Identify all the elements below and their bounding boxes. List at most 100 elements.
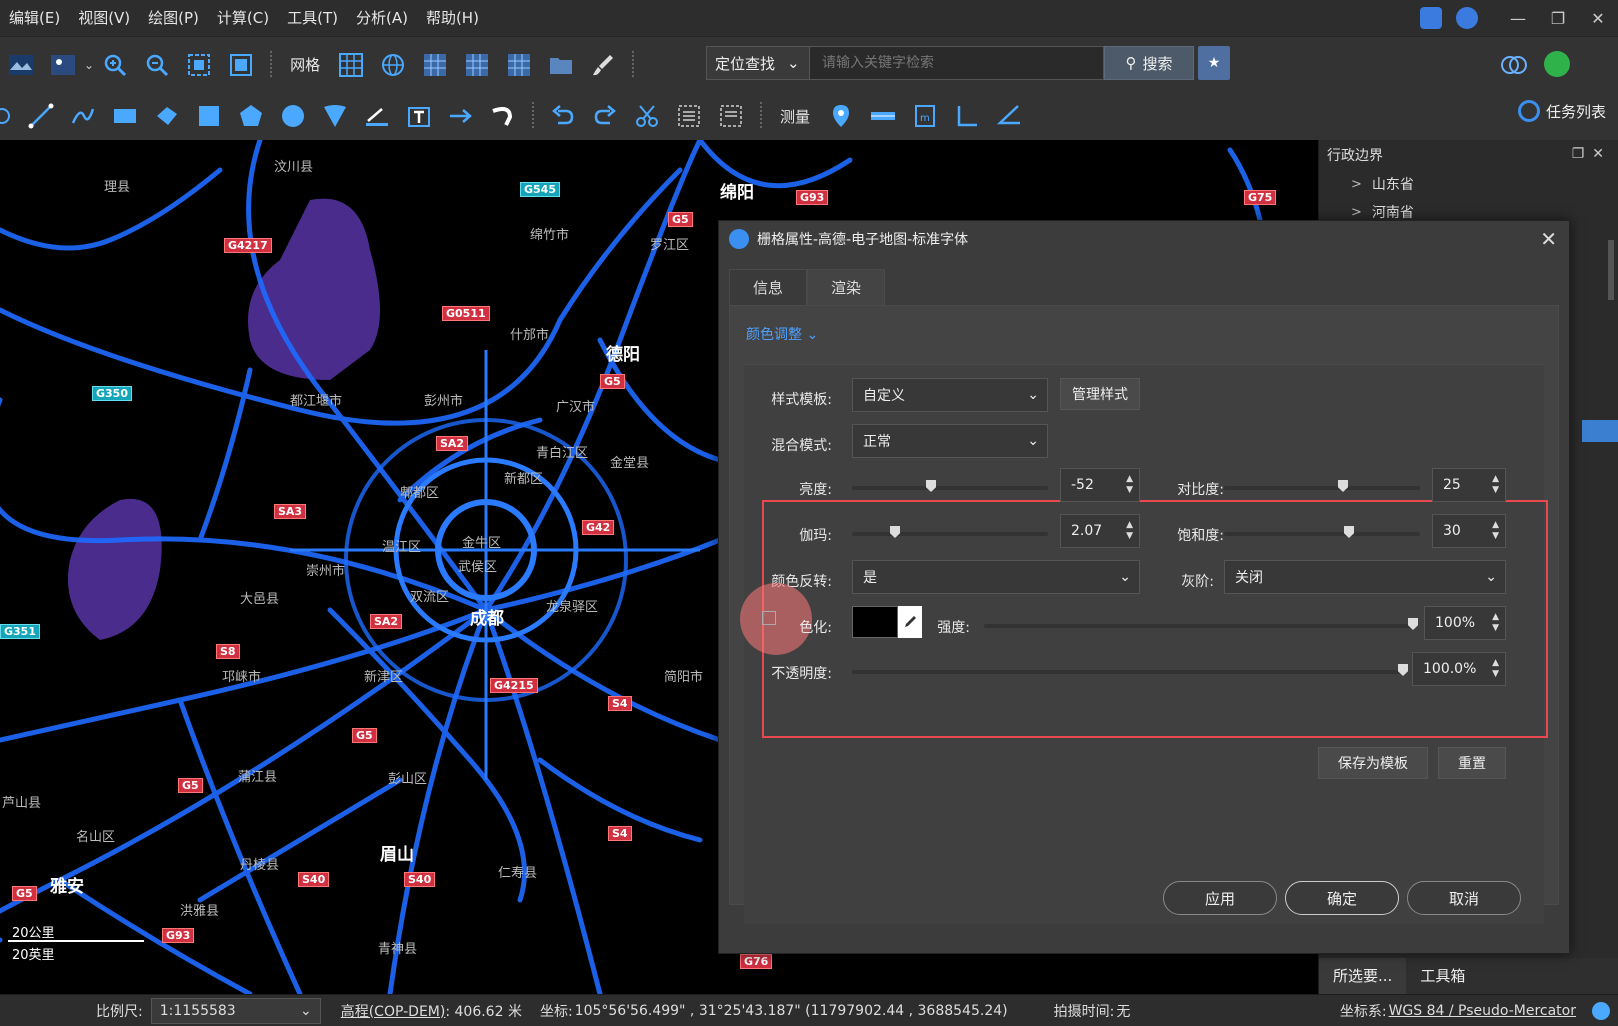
- ruler-icon[interactable]: [868, 101, 898, 131]
- basemap-icon[interactable]: [6, 50, 36, 80]
- brightness-slider[interactable]: [852, 480, 1048, 492]
- search-input[interactable]: [810, 46, 1104, 80]
- menu-draw[interactable]: 绘图(P): [139, 0, 208, 36]
- color-adjust-toggle[interactable]: 颜色调整 ⌄: [746, 324, 818, 344]
- polygon-icon[interactable]: [152, 101, 182, 131]
- menu-tools[interactable]: 工具(T): [278, 0, 347, 36]
- menu-analysis[interactable]: 分析(A): [347, 0, 417, 36]
- grayscale-select[interactable]: 关闭 ⌄: [1224, 560, 1506, 594]
- angle-measure-icon[interactable]: [994, 101, 1024, 131]
- cancel-button[interactable]: 取消: [1407, 881, 1521, 915]
- ok-button[interactable]: 确定: [1285, 881, 1399, 915]
- spinner-arrows-icon[interactable]: ▲ ▼: [1126, 474, 1133, 496]
- grid-icon[interactable]: [336, 50, 366, 80]
- menu-edit[interactable]: 编辑(E): [0, 0, 69, 36]
- reset-button[interactable]: 重置: [1438, 747, 1506, 779]
- area-measure-icon[interactable]: m: [910, 101, 940, 131]
- elevation-source-link[interactable]: 高程(COP-DEM): 406.62 米: [333, 1001, 522, 1021]
- spinner-arrows-icon[interactable]: ▲ ▼: [1492, 658, 1499, 680]
- save-template-button[interactable]: 保存为模板: [1318, 747, 1428, 779]
- message-icon[interactable]: [1420, 7, 1442, 29]
- settings-gear-icon[interactable]: [1592, 1001, 1610, 1020]
- gamma-slider[interactable]: [852, 526, 1048, 538]
- minimize-icon[interactable]: —: [1498, 9, 1538, 28]
- contrast-thumb[interactable]: [1338, 480, 1348, 492]
- square-icon[interactable]: [194, 101, 224, 131]
- spinner-arrows-icon[interactable]: ▲ ▼: [1492, 612, 1499, 634]
- location-pin-icon[interactable]: [826, 101, 856, 131]
- colorize-color-swatch[interactable]: [852, 606, 898, 638]
- km-grid-icon[interactable]: [420, 50, 450, 80]
- favorite-button[interactable]: ★: [1198, 46, 1230, 80]
- brightness-thumb[interactable]: [926, 480, 936, 492]
- user-icon[interactable]: [1456, 7, 1478, 29]
- brush-icon[interactable]: [588, 50, 618, 80]
- zoom-extent-icon[interactable]: [184, 50, 214, 80]
- saturation-spinner[interactable]: 30 ▲ ▼: [1432, 514, 1506, 548]
- nm-grid-icon[interactable]: [462, 50, 492, 80]
- scale-select[interactable]: 1:1155583 ⌄: [150, 997, 321, 1024]
- curve-arrow-icon[interactable]: [488, 101, 518, 131]
- chevron-down-icon[interactable]: ⌄: [84, 58, 94, 72]
- invert-select[interactable]: 是 ⌄: [852, 560, 1140, 594]
- tab-render[interactable]: 渲染: [807, 269, 885, 305]
- contrast-spinner[interactable]: 25 ▲ ▼: [1432, 468, 1506, 502]
- zoom-out-icon[interactable]: [142, 50, 172, 80]
- circle-icon[interactable]: [278, 101, 308, 131]
- tree-item-shandong[interactable]: > 山东省: [1319, 170, 1618, 198]
- close-window-icon[interactable]: ✕: [1578, 9, 1618, 28]
- wechat-icon[interactable]: [1544, 51, 1570, 77]
- mgrs-grid-icon[interactable]: [504, 50, 534, 80]
- text-box-icon[interactable]: [404, 101, 434, 131]
- text-line-icon[interactable]: [362, 101, 392, 131]
- full-extent-icon[interactable]: [226, 50, 256, 80]
- lonlat-grid-icon[interactable]: [378, 50, 408, 80]
- gamma-spinner[interactable]: 2.07 ▲ ▼: [1060, 514, 1140, 548]
- pentagon-icon[interactable]: [236, 101, 266, 131]
- opacity-slider[interactable]: [852, 664, 1408, 676]
- blend-mode-select[interactable]: 正常 ⌄: [852, 424, 1048, 458]
- tab-info[interactable]: 信息: [729, 269, 807, 305]
- image-layer-icon[interactable]: [48, 50, 78, 80]
- tab-selected-features[interactable]: 所选要...: [1319, 958, 1407, 994]
- arrow-icon[interactable]: [446, 101, 476, 131]
- opacity-spinner[interactable]: 100.0% ▲ ▼: [1412, 652, 1506, 686]
- apply-button[interactable]: 应用: [1163, 881, 1277, 915]
- sector-icon[interactable]: [320, 101, 350, 131]
- restore-icon[interactable]: ❐: [1538, 9, 1578, 28]
- menu-view[interactable]: 视图(V): [69, 0, 139, 36]
- task-list-button[interactable]: 任务列表: [1517, 100, 1606, 122]
- polyline-icon[interactable]: [68, 101, 98, 131]
- rectangle-icon[interactable]: [110, 101, 140, 131]
- point-icon[interactable]: [0, 101, 14, 131]
- deselect-icon[interactable]: [716, 101, 746, 131]
- search-button[interactable]: ⚲ 搜索: [1104, 46, 1194, 80]
- spinner-arrows-icon[interactable]: ▲ ▼: [1492, 520, 1499, 542]
- menu-compute[interactable]: 计算(C): [208, 0, 278, 36]
- contrast-slider[interactable]: [1224, 480, 1420, 492]
- zoom-in-icon[interactable]: [100, 50, 130, 80]
- tab-toolbox[interactable]: 工具箱: [1406, 958, 1479, 994]
- panel-controls[interactable]: ❐✕: [1572, 146, 1612, 162]
- folder-icon[interactable]: [546, 50, 576, 80]
- style-template-select[interactable]: 自定义 ⌄: [852, 378, 1048, 412]
- scissors-icon[interactable]: [632, 101, 662, 131]
- spinner-arrows-icon[interactable]: ▲ ▼: [1492, 474, 1499, 496]
- select-all-icon[interactable]: [674, 101, 704, 131]
- layers-icon[interactable]: [1500, 51, 1528, 83]
- line-icon[interactable]: [26, 101, 56, 131]
- locate-mode-select[interactable]: 定位查找 ⌄: [706, 46, 810, 80]
- undo-icon[interactable]: [548, 101, 578, 131]
- crs-link[interactable]: WGS 84 / Pseudo-Mercator: [1389, 1003, 1584, 1019]
- eyedropper-icon[interactable]: [898, 606, 922, 638]
- scrollbar[interactable]: [1608, 240, 1614, 300]
- height-measure-icon[interactable]: [952, 101, 982, 131]
- spinner-arrows-icon[interactable]: ▲ ▼: [1126, 520, 1133, 542]
- manage-style-button[interactable]: 管理样式: [1060, 378, 1140, 410]
- strength-spinner[interactable]: 100% ▲ ▼: [1424, 606, 1506, 640]
- strength-slider[interactable]: [984, 618, 1418, 630]
- brightness-spinner[interactable]: -52 ▲ ▼: [1060, 468, 1140, 502]
- close-icon[interactable]: ✕: [1540, 227, 1557, 251]
- redo-icon[interactable]: [590, 101, 620, 131]
- saturation-slider[interactable]: [1224, 526, 1420, 538]
